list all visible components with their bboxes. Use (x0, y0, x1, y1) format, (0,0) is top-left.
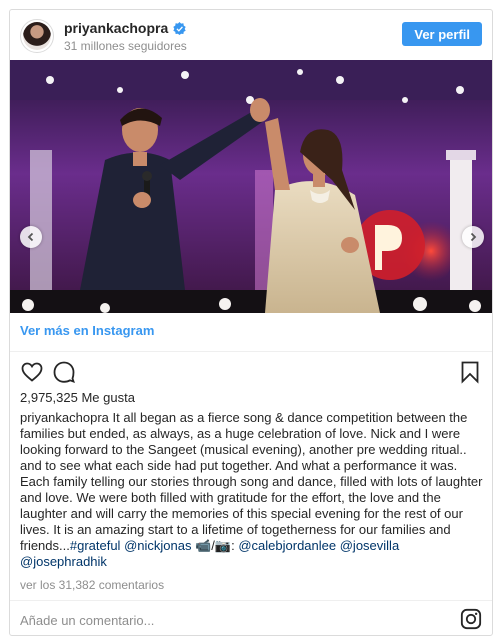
post-photo[interactable] (10, 60, 492, 313)
post-caption: priyankachopra It all began as a fierce … (20, 410, 484, 570)
caption-emoji: 📹/📷: (195, 538, 235, 553)
hashtag-link[interactable]: #grateful (70, 538, 121, 553)
heart-icon[interactable] (20, 360, 44, 384)
post-header: priyankachopra 31 millones seguidores Ve… (10, 10, 492, 62)
view-more-on-instagram-link[interactable]: Ver más en Instagram (20, 323, 154, 338)
caption-text: It all began as a fierce song & dance co… (20, 410, 483, 553)
view-profile-button[interactable]: Ver perfil (402, 22, 482, 46)
followers-count: 31 millones seguidores (64, 39, 187, 53)
mention-link[interactable]: @josevilla (340, 538, 399, 553)
mention-link[interactable]: @josephradhik (20, 554, 107, 569)
avatar[interactable] (20, 19, 54, 53)
mention-link[interactable]: @calebjordanlee (238, 538, 336, 553)
previous-photo-button[interactable] (20, 226, 42, 248)
next-photo-button[interactable] (462, 226, 484, 248)
chevron-left-icon (27, 232, 34, 242)
verified-badge-icon (173, 21, 186, 35)
view-comments-link[interactable]: ver los 31,382 comentarios (20, 578, 164, 592)
username[interactable]: priyankachopra (64, 20, 168, 36)
comment-bubble-icon[interactable] (52, 360, 76, 384)
divider (10, 600, 492, 601)
bookmark-icon[interactable] (458, 360, 482, 384)
likes-count[interactable]: 2,975,325 Me gusta (20, 390, 135, 405)
instagram-embed-card: priyankachopra 31 millones seguidores Ve… (9, 9, 493, 636)
mention-link[interactable]: @nickjonas (124, 538, 191, 553)
add-comment-input[interactable]: Añade un comentario... (20, 613, 154, 628)
instagram-logo-icon[interactable] (460, 608, 482, 630)
divider (10, 351, 492, 352)
chevron-right-icon (470, 232, 477, 242)
caption-author[interactable]: priyankachopra (20, 410, 109, 425)
